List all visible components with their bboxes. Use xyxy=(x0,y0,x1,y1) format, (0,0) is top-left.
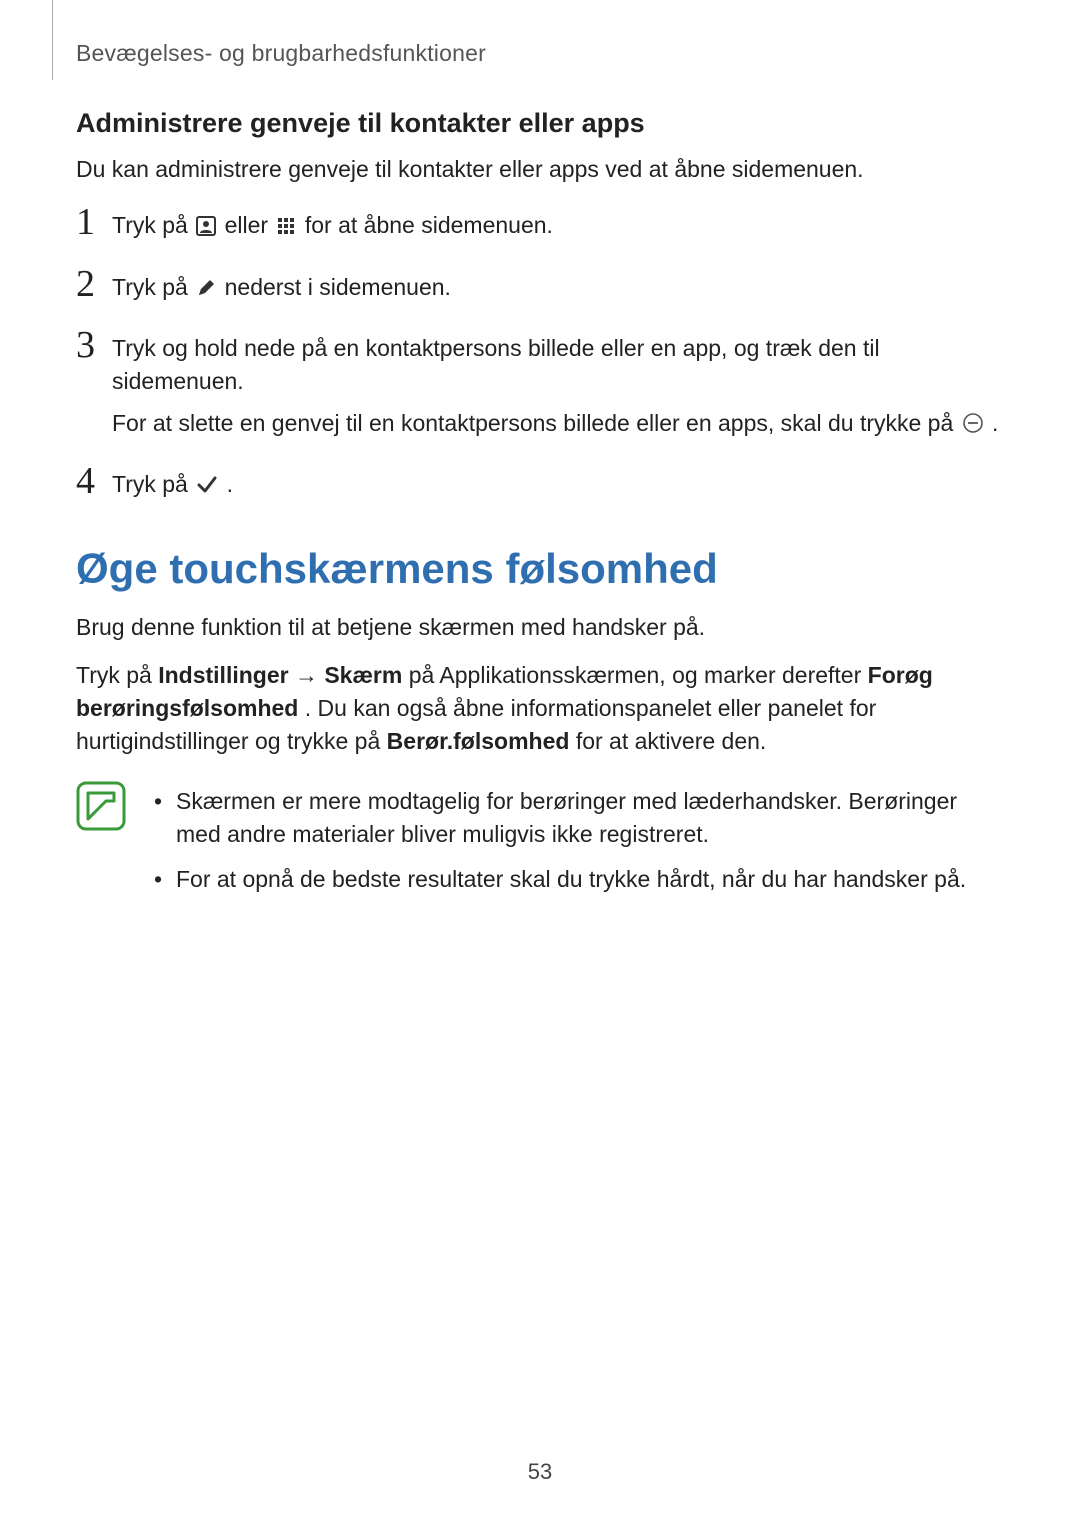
step-3: 3 Tryk og hold nede på en kontaktpersons… xyxy=(76,326,1000,440)
note-item: For at opnå de bedste resultater skal du… xyxy=(148,863,1000,896)
pencil-icon xyxy=(196,278,216,298)
step-number: 3 xyxy=(76,326,112,364)
step-number: 2 xyxy=(76,265,112,303)
margin-rule xyxy=(52,0,53,80)
step-text: for at åbne sidemenuen. xyxy=(305,212,553,238)
remove-circle-icon xyxy=(962,412,984,434)
page-number: 53 xyxy=(0,1459,1080,1485)
label-display: Skærm xyxy=(324,662,402,688)
subheading-manage-shortcuts: Administrere genveje til kontakter eller… xyxy=(76,108,1000,139)
text-fragment: for at aktivere den. xyxy=(576,728,767,754)
step-text: Tryk på xyxy=(112,274,194,300)
step-body: Tryk og hold nede på en kontaktpersons b… xyxy=(112,326,1000,440)
step-number: 1 xyxy=(76,203,112,241)
step-2: 2 Tryk på nederst i sidemenuen. xyxy=(76,265,1000,304)
step-text: eller xyxy=(225,212,275,238)
arrow-separator: → xyxy=(295,662,324,688)
checkmark-icon xyxy=(196,473,218,495)
intro-paragraph: Du kan administrere genveje til kontakte… xyxy=(76,153,1000,185)
step-text: Tryk og hold nede på en kontaktpersons b… xyxy=(112,335,880,394)
apps-grid-icon xyxy=(276,216,296,236)
step-number: 4 xyxy=(76,462,112,500)
step-body: Tryk på nederst i sidemenuen. xyxy=(112,265,451,304)
step-body: Tryk på eller xyxy=(112,203,553,242)
sensitivity-instructions: Tryk på Indstillinger → Skærm på Applika… xyxy=(76,659,1000,759)
note-block: Skærmen er mere modtagelig for berøringe… xyxy=(76,781,1000,909)
sensitivity-intro: Brug denne funktion til at betjene skærm… xyxy=(76,611,1000,644)
step-body: Tryk på . xyxy=(112,462,233,501)
note-icon xyxy=(76,781,126,831)
note-item: Skærmen er mere modtagelig for berøringe… xyxy=(148,785,1000,852)
step-text: . xyxy=(227,471,233,497)
text-fragment: Tryk på xyxy=(76,662,158,688)
contact-icon xyxy=(196,216,216,236)
step-text: . xyxy=(992,410,998,436)
text-fragment: på Applikationsskærmen, og marker dereft… xyxy=(409,662,868,688)
step-text: For at slette en genvej til en kontaktpe… xyxy=(112,410,960,436)
step-1: 1 Tryk på eller xyxy=(76,203,1000,242)
step-text: Tryk på xyxy=(112,212,194,238)
steps-list: 1 Tryk på eller xyxy=(76,203,1000,501)
note-list: Skærmen er mere modtagelig for berøringe… xyxy=(148,785,1000,909)
page: Bevægelses- og brugbarhedsfunktioner Adm… xyxy=(0,0,1080,1527)
step-4: 4 Tryk på . xyxy=(76,462,1000,501)
running-head: Bevægelses- og brugbarhedsfunktioner xyxy=(76,40,486,67)
step-text: nederst i sidemenuen. xyxy=(225,274,451,300)
section-title-sensitivity: Øge touchskærmens følsomhed xyxy=(76,545,1000,593)
label-touch-sensitivity: Berør.følsomhed xyxy=(387,728,570,754)
label-settings: Indstillinger xyxy=(158,662,288,688)
content-area: Administrere genveje til kontakter eller… xyxy=(76,108,1000,909)
step-text: Tryk på xyxy=(112,471,194,497)
